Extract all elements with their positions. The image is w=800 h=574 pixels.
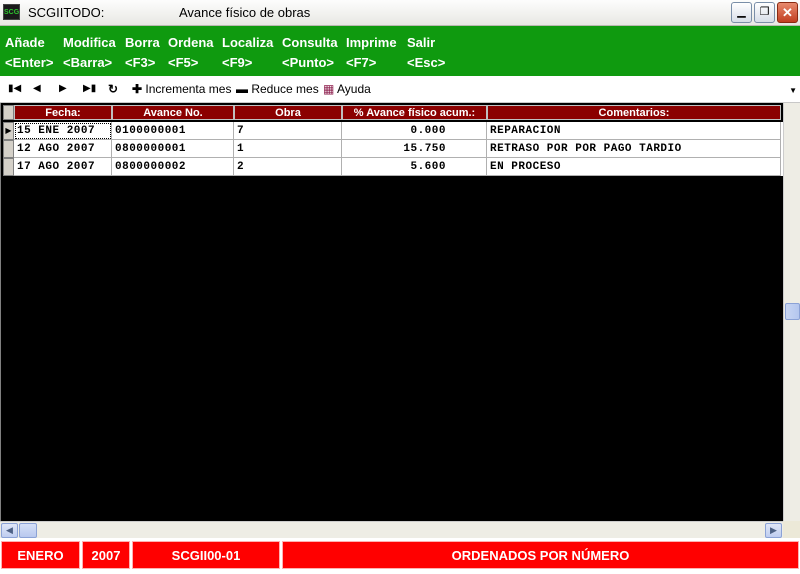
menu-label: Imprime [346,35,397,50]
horizontal-scrollbar[interactable]: ◀ ▶ [0,521,783,538]
close-button[interactable]: ✕ [777,2,798,23]
vertical-scroll-thumb[interactable] [785,303,800,320]
minimize-button[interactable]: ▁ [731,2,752,23]
book-icon: ▦ [323,82,335,96]
row-selector[interactable] [3,158,14,176]
help-label: Ayuda [337,82,371,96]
table-row[interactable]: ▶ 15 ENE 2007 0100000001 7 0.000 REPARAC… [3,122,783,140]
status-sort-order: ORDENADOS POR NÚMERO [282,541,799,569]
menu-shortcut: <F9> [222,55,253,70]
increment-month-button[interactable]: ✚ Incrementa mes [132,82,231,96]
maximize-button[interactable]: ❐ [754,2,775,23]
refresh-icon[interactable]: ↻ [108,82,118,96]
menu-shortcut: <Punto> [282,55,335,70]
menu-label: Consulta [282,35,338,50]
cell-obra[interactable]: 7 [234,122,342,140]
app-name: SCGIITODO: [28,5,105,20]
menu-label: Salir [407,35,436,50]
command-menu: Añade <Enter> Modifica <Barra> Borra <F3… [0,26,800,76]
menu-modifica[interactable]: Modifica <Barra> [63,33,116,73]
last-record-icon[interactable]: ▶▮ [83,82,96,96]
table-row[interactable]: 12 AGO 2007 0800000001 1 15.750 RETRASO … [3,140,783,158]
previous-record-icon[interactable]: ◀ [33,82,41,96]
menu-shortcut: <F7> [346,55,377,70]
menu-label: Añade [5,35,45,50]
cell-obra[interactable]: 2 [234,158,342,176]
menu-imprime[interactable]: Imprime <F7> [346,33,397,73]
app-logo-icon: SCG [3,4,20,20]
cell-porcentaje[interactable]: 15.750 [342,140,487,158]
menu-shortcut: <F5> [168,55,199,70]
menu-label: Modifica [63,35,116,50]
table-row[interactable]: 17 AGO 2007 0800000002 2 5.600 EN PROCES… [3,158,783,176]
menu-label: Borra [125,35,160,50]
column-header-fecha[interactable]: Fecha: [14,105,112,120]
increment-month-label: Incrementa mes [145,82,232,96]
scrollbar-corner [783,521,800,538]
menu-shortcut: <F3> [125,55,156,70]
row-selector[interactable] [3,140,14,158]
row-indicator-header [3,105,14,120]
cell-comentarios[interactable]: EN PROCESO [487,158,781,176]
records-grid: Fecha: Avance No. Obra % Avance físico a… [0,103,783,521]
toolbar-dropdown-icon[interactable]: ▼ [789,86,797,95]
menu-localiza[interactable]: Localiza <F9> [222,33,273,73]
cell-comentarios[interactable]: REPARACION [487,122,781,140]
column-header-porcentaje[interactable]: % Avance físico acum.: [342,105,487,120]
column-header-obra[interactable]: Obra [234,105,342,120]
cell-fecha[interactable]: 12 AGO 2007 [14,140,112,158]
plus-icon: ✚ [132,82,143,96]
cell-avance[interactable]: 0800000002 [112,158,234,176]
navigation-toolbar: ▮◀ ◀ ▶ ▶▮ ↻ ✚ Incrementa mes ▬ Reduce me… [0,76,800,103]
help-button[interactable]: ▦ Ayuda [323,82,371,96]
cell-obra[interactable]: 1 [234,140,342,158]
menu-shortcut: <Enter> [5,55,54,70]
scroll-right-arrow-icon[interactable]: ▶ [765,523,782,538]
menu-anade[interactable]: Añade <Enter> [5,33,53,73]
cell-comentarios[interactable]: RETRASO POR POR PAGO TARDIO [487,140,781,158]
current-row-arrow-icon: ▶ [3,122,14,140]
cell-fecha[interactable]: 17 AGO 2007 [14,158,112,176]
cell-fecha[interactable]: 15 ENE 2007 [14,122,112,140]
horizontal-scroll-thumb[interactable] [19,523,37,538]
reduce-month-label: Reduce mes [251,82,319,96]
title-bar[interactable]: SCG SCGIITODO: Avance físico de obras ▁ … [0,0,800,26]
vertical-scrollbar[interactable] [783,103,800,521]
menu-shortcut: <Esc> [407,55,446,70]
reduce-month-button[interactable]: ▬ Reduce mes [236,82,319,96]
menu-label: Ordena [168,35,214,50]
next-record-icon[interactable]: ▶ [59,82,67,96]
menu-consulta[interactable]: Consulta <Punto> [282,33,338,73]
scroll-left-arrow-icon[interactable]: ◀ [1,523,18,538]
menu-salir[interactable]: Salir <Esc> [407,33,445,73]
cell-porcentaje[interactable]: 5.600 [342,158,487,176]
cell-porcentaje[interactable]: 0.000 [342,122,487,140]
status-bar: ENERO 2007 SCGII00-01 ORDENADOS POR NÚME… [0,538,800,574]
menu-ordena[interactable]: Ordena <F5> [168,33,214,73]
status-code: SCGII00-01 [132,541,280,569]
minus-icon: ▬ [236,82,248,96]
cell-avance[interactable]: 0800000001 [112,140,234,158]
menu-label: Localiza [222,35,274,50]
cell-avance[interactable]: 0100000001 [112,122,234,140]
application-window: SCG SCGIITODO: Avance físico de obras ▁ … [0,0,800,574]
menu-shortcut: <Barra> [63,55,113,70]
status-month: ENERO [1,541,80,569]
status-year: 2007 [82,541,130,569]
first-record-icon[interactable]: ▮◀ [8,82,21,96]
menu-borra[interactable]: Borra <F3> [125,33,160,73]
column-header-avance[interactable]: Avance No. [112,105,234,120]
window-title: Avance físico de obras [179,5,311,20]
column-header-comentarios[interactable]: Comentarios: [487,105,781,120]
